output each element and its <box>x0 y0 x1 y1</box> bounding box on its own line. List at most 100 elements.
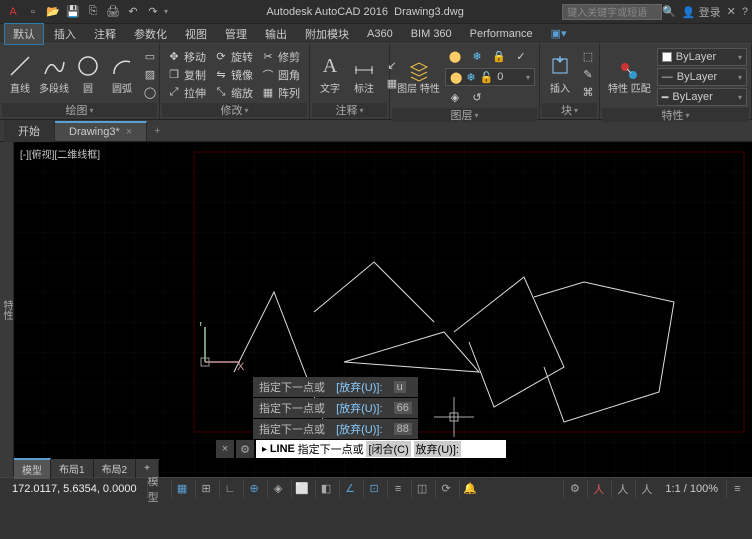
dimension-button[interactable]: 标注 <box>348 52 380 97</box>
circle-button[interactable]: 圆 <box>72 52 104 97</box>
layer-freeze-icon[interactable]: ❄ <box>467 48 487 65</box>
layer-match-icon[interactable]: ✓ <box>511 48 531 65</box>
polyline-button[interactable]: 多段线 <box>38 52 70 97</box>
otrack-toggle[interactable]: ∠ <box>339 480 361 498</box>
lineweight-toggle[interactable]: ≡ <box>387 480 409 498</box>
grid-toggle[interactable]: ▦ <box>171 480 193 498</box>
tab-bim360[interactable]: BIM 360 <box>403 26 460 42</box>
move-button[interactable]: ✥移动 <box>164 48 209 65</box>
layer-prev-icon[interactable]: ↺ <box>467 89 487 106</box>
isodraft-toggle[interactable]: ◈ <box>267 480 289 498</box>
arc-button[interactable]: 圆弧 <box>106 52 138 97</box>
layout-tab-model[interactable]: 模型 <box>14 458 51 479</box>
save-icon[interactable]: 💾 <box>64 3 82 21</box>
plot-icon[interactable]: 🖨 <box>104 3 122 21</box>
osnap-toggle[interactable]: ⬜ <box>291 480 313 498</box>
annotation-monitor-toggle[interactable]: 🔔 <box>459 480 481 498</box>
tab-start[interactable]: 开始 <box>4 120 55 142</box>
annotation-autoscale-icon[interactable]: 人 <box>635 480 657 498</box>
command-input[interactable]: ▸ LINE 指定下一点或 [闭合(C) 放弃(U)]: <box>256 440 506 458</box>
insert-block-button[interactable]: 插入 <box>544 52 576 97</box>
properties-palette-tab[interactable]: 特性 <box>0 142 14 477</box>
search-input[interactable]: 键入关键字或短语 <box>562 4 662 20</box>
attr-icon[interactable]: ⌘ <box>578 84 598 101</box>
customize-statusbar-icon[interactable]: ≡ <box>726 480 748 498</box>
ortho-toggle[interactable]: ∟ <box>219 480 241 498</box>
tab-view[interactable]: 视图 <box>177 24 215 44</box>
file-tabs: 开始 Drawing3* × + <box>0 120 752 142</box>
rectangle-icon[interactable]: ▭ <box>140 48 160 65</box>
app-menu-button[interactable]: A <box>4 3 22 21</box>
tab-default[interactable]: 默认 <box>4 23 44 45</box>
mirror-button[interactable]: ⇋镜像 <box>211 66 256 83</box>
tab-output[interactable]: 输出 <box>257 24 295 44</box>
workspace-button[interactable]: ⚙ <box>563 480 585 498</box>
tab-parametric[interactable]: 参数化 <box>126 24 175 44</box>
cmd-options-icon[interactable]: ⚙ <box>236 440 254 458</box>
layout-tab-layout2[interactable]: 布局2 <box>94 459 137 478</box>
3dosnap-toggle[interactable]: ◧ <box>315 480 337 498</box>
panel-layer: 图层 特性 ⬤ ❄ 🔒 ✓ ⬤❄🔓 0 ▾ ◈ ↺ 图层 ▾ <box>390 44 540 119</box>
saveas-icon[interactable]: ⎘ <box>84 3 102 21</box>
layer-dropdown[interactable]: ⬤❄🔓 0 ▾ <box>445 68 535 86</box>
layer-off-icon[interactable]: ⬤ <box>445 48 465 65</box>
window-title: Autodesk AutoCAD 2016 Drawing3.dwg <box>168 6 562 18</box>
undo-icon[interactable]: ↶ <box>124 3 142 21</box>
stretch-button[interactable]: ⤢拉伸 <box>164 84 209 101</box>
match-properties-button[interactable]: 特性 匹配 <box>604 57 655 97</box>
coordinates-display[interactable]: 172.0117, 5.6354, 0.0000 <box>4 483 145 495</box>
command-line[interactable]: × ⚙ ▸ LINE 指定下一点或 [闭合(C) 放弃(U)]: <box>216 439 506 459</box>
new-tab-button[interactable]: + <box>147 125 167 137</box>
tab-annotate[interactable]: 注释 <box>86 24 124 44</box>
lineweight-dropdown[interactable]: —ByLayer▾ <box>657 68 747 86</box>
hatch-icon[interactable]: ▨ <box>140 66 160 83</box>
tab-manage[interactable]: 管理 <box>217 24 255 44</box>
exchange-icon[interactable]: ✕ <box>727 5 736 18</box>
layer-properties-button[interactable]: 图层 特性 <box>394 57 443 97</box>
panel-annotation: A文字 标注 ↙ ▦ 注释 ▾ <box>310 44 390 119</box>
array-button[interactable]: ▦阵列 <box>258 84 303 101</box>
zoom-display[interactable]: 1:1 / 100% <box>659 483 724 495</box>
tab-insert[interactable]: 插入 <box>46 24 84 44</box>
close-cmdline-icon[interactable]: × <box>216 440 234 458</box>
polar-toggle[interactable]: ⊕ <box>243 480 265 498</box>
open-icon[interactable]: 📂 <box>44 3 62 21</box>
scale-button[interactable]: ⤡缩放 <box>211 84 256 101</box>
ellipse-icon[interactable]: ◯ <box>140 84 160 101</box>
tab-current-drawing[interactable]: Drawing3* × <box>55 121 147 141</box>
annotation-scale-icon[interactable]: 人 <box>587 480 609 498</box>
new-icon[interactable]: ▫ <box>24 3 42 21</box>
snap-toggle[interactable]: ⊞ <box>195 480 217 498</box>
linetype-dropdown[interactable]: ━ByLayer▾ <box>657 88 747 106</box>
trim-button[interactable]: ✂修剪 <box>258 48 303 65</box>
signin-button[interactable]: 👤 登录 <box>682 4 721 20</box>
tab-overflow-icon[interactable]: ▣▾ <box>543 25 575 42</box>
layout-tabs: 模型 布局1 布局2 + <box>14 459 159 477</box>
text-button[interactable]: A文字 <box>314 52 346 97</box>
line-button[interactable]: 直线 <box>4 52 36 97</box>
drawing-canvas[interactable]: 特性 [-][俯视][二维线框] Y X 指定下一点或 [放弃( <box>0 142 752 477</box>
transparency-toggle[interactable]: ◫ <box>411 480 433 498</box>
infocenter-icon[interactable]: 🔍 <box>662 5 676 18</box>
redo-icon[interactable]: ↷ <box>144 3 162 21</box>
panel-properties: 特性 匹配 ByLayer▾ —ByLayer▾ ━ByLayer▾ 特性 ▾ <box>600 44 752 119</box>
copy-button[interactable]: ❐复制 <box>164 66 209 83</box>
tab-addins[interactable]: 附加模块 <box>297 24 357 44</box>
rotate-button[interactable]: ⟳旋转 <box>211 48 256 65</box>
layer-iso-icon[interactable]: ◈ <box>445 89 465 106</box>
layout-tab-layout1[interactable]: 布局1 <box>51 459 94 478</box>
create-block-icon[interactable]: ⬚ <box>578 48 598 65</box>
annotation-visibility-icon[interactable]: 人 <box>611 480 633 498</box>
edit-block-icon[interactable]: ✎ <box>578 66 598 83</box>
dyninput-toggle[interactable]: ⊡ <box>363 480 385 498</box>
model-space-button[interactable]: 模型 <box>147 480 169 498</box>
help-icon[interactable]: ? <box>742 6 748 18</box>
layout-tab-add[interactable]: + <box>136 461 159 476</box>
fillet-button[interactable]: ⌒圆角 <box>258 66 303 83</box>
selection-cycling-toggle[interactable]: ⟳ <box>435 480 457 498</box>
tab-performance[interactable]: Performance <box>462 26 541 42</box>
layer-lock-icon[interactable]: 🔒 <box>489 48 509 65</box>
color-dropdown[interactable]: ByLayer▾ <box>657 48 747 66</box>
tab-a360[interactable]: A360 <box>359 26 401 42</box>
close-tab-icon[interactable]: × <box>126 126 132 138</box>
